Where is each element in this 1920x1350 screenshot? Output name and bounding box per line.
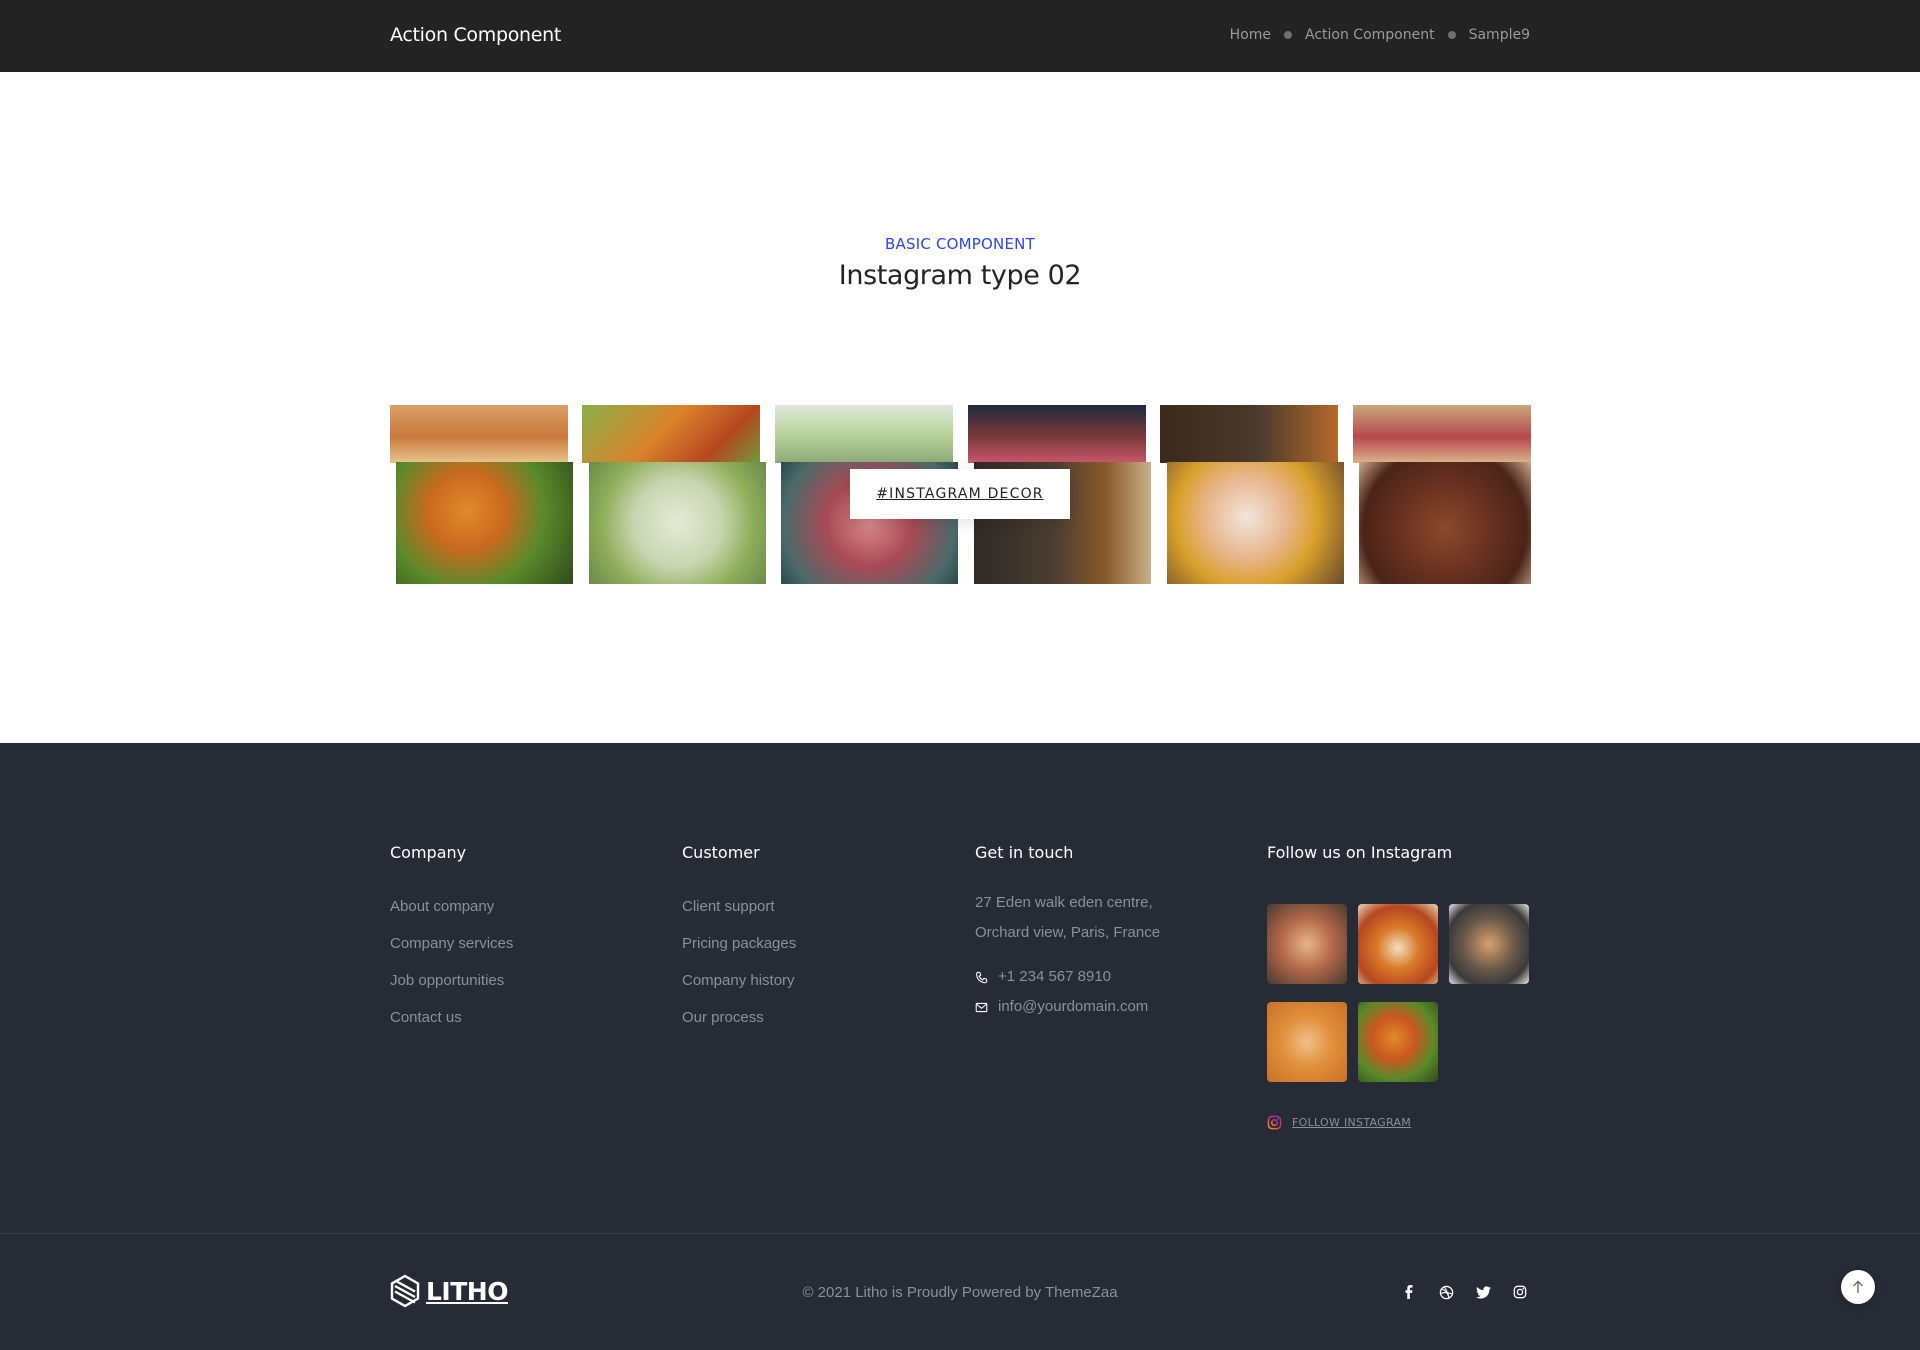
- arrow-up-icon: [1853, 1280, 1863, 1293]
- footer-instagram-photo[interactable]: [1358, 1002, 1438, 1082]
- breadcrumb: Home Action Component Sample9: [1230, 27, 1530, 43]
- footer-link-company-services[interactable]: Company services: [390, 935, 513, 952]
- footer-contact-column: Get in touch 27 Eden walk eden centre, O…: [975, 843, 1160, 1022]
- footer-email-row: info@yourdomain.com: [975, 992, 1160, 1022]
- footer-address-line-1: 27 Eden walk eden centre,: [975, 894, 1153, 911]
- footer-customer-column: Customer Client support Pricing packages…: [682, 843, 796, 1036]
- footer-instagram-photo[interactable]: [1267, 904, 1347, 984]
- footer-divider: [0, 1233, 1920, 1234]
- footer-address-line-2: Orchard view, Paris, France: [975, 924, 1161, 941]
- instagram-photo-sashimi[interactable]: [1353, 405, 1531, 463]
- footer-instagram-heading: Follow us on Instagram: [1267, 843, 1453, 862]
- copyright-text: © 2021 Litho is Proudly Powered by Theme…: [802, 1284, 1118, 1301]
- instagram-gallery: #INSTAGRAM DECOR: [390, 405, 1531, 585]
- instagram-photo-salad[interactable]: [582, 405, 760, 463]
- footer-company-column: Company About company Company services J…: [390, 843, 513, 1036]
- twitter-icon[interactable]: [1473, 1282, 1493, 1302]
- site-footer: Company About company Company services J…: [0, 743, 1920, 1350]
- instagram-photo-soup[interactable]: [775, 405, 953, 463]
- footer-customer-heading: Customer: [682, 843, 760, 862]
- footer-link-our-process[interactable]: Our process: [682, 1009, 764, 1026]
- footer-link-client-support[interactable]: Client support: [682, 898, 775, 915]
- footer-instagram-photo[interactable]: [1449, 904, 1529, 984]
- dribbble-icon[interactable]: [1436, 1282, 1456, 1302]
- footer-phone-link[interactable]: +1 234 567 8910: [998, 962, 1111, 992]
- phone-icon: [976, 971, 988, 983]
- page-header-title: Action Component: [390, 24, 562, 46]
- section-eyebrow: BASIC COMPONENT: [885, 235, 1035, 253]
- instagram-photo-pork-closeup[interactable]: [1359, 462, 1531, 584]
- follow-instagram-link[interactable]: FOLLOW INSTAGRAM: [1267, 1115, 1411, 1130]
- footer-instagram-column: Follow us on Instagram FOLLOW INSTAGRAM: [1267, 843, 1537, 1143]
- mail-icon: [975, 1002, 988, 1012]
- breadcrumb-separator: [1284, 31, 1293, 39]
- footer-company-heading: Company: [390, 843, 467, 862]
- footer-link-contact-us[interactable]: Contact us: [390, 1009, 462, 1026]
- top-header: Action Component Home Action Component S…: [0, 0, 1920, 72]
- instagram-icon[interactable]: [1510, 1282, 1530, 1302]
- facebook-icon[interactable]: [1399, 1282, 1419, 1302]
- instagram-photo-tartare[interactable]: [968, 405, 1146, 463]
- footer-email-link[interactable]: info@yourdomain.com: [998, 992, 1148, 1022]
- footer-link-pricing-packages[interactable]: Pricing packages: [682, 935, 796, 952]
- footer-link-about-company[interactable]: About company: [390, 898, 494, 915]
- instagram-photo-soup-closeup[interactable]: [589, 462, 766, 584]
- footer-link-company-history[interactable]: Company history: [682, 972, 795, 989]
- scroll-to-top-button[interactable]: [1841, 1270, 1875, 1304]
- footer-phone-row: +1 234 567 8910: [975, 962, 1160, 992]
- breadcrumb-separator: [1447, 31, 1456, 39]
- breadcrumb-current: Sample9: [1468, 27, 1530, 43]
- instagram-icon: [1267, 1115, 1282, 1130]
- instagram-photo-noodles[interactable]: [390, 405, 568, 463]
- footer-contact-heading: Get in touch: [975, 843, 1074, 862]
- social-links: [1382, 1282, 1530, 1302]
- instagram-photo-bottle[interactable]: [1160, 405, 1338, 463]
- instagram-photo-salad-closeup[interactable]: [396, 462, 573, 584]
- instagram-photo-sashimi-closeup[interactable]: [1167, 462, 1344, 584]
- section-heading: Instagram type 02: [838, 260, 1082, 291]
- footer-instagram-photo[interactable]: [1267, 1002, 1347, 1082]
- breadcrumb-home[interactable]: Home: [1230, 27, 1271, 43]
- instagram-decor-tag[interactable]: #INSTAGRAM DECOR: [850, 469, 1070, 519]
- footer-instagram-photo[interactable]: [1358, 904, 1438, 984]
- breadcrumb-action-component[interactable]: Action Component: [1305, 27, 1435, 43]
- follow-instagram-label: FOLLOW INSTAGRAM: [1292, 1116, 1412, 1129]
- footer-link-job-opportunities[interactable]: Job opportunities: [390, 972, 504, 989]
